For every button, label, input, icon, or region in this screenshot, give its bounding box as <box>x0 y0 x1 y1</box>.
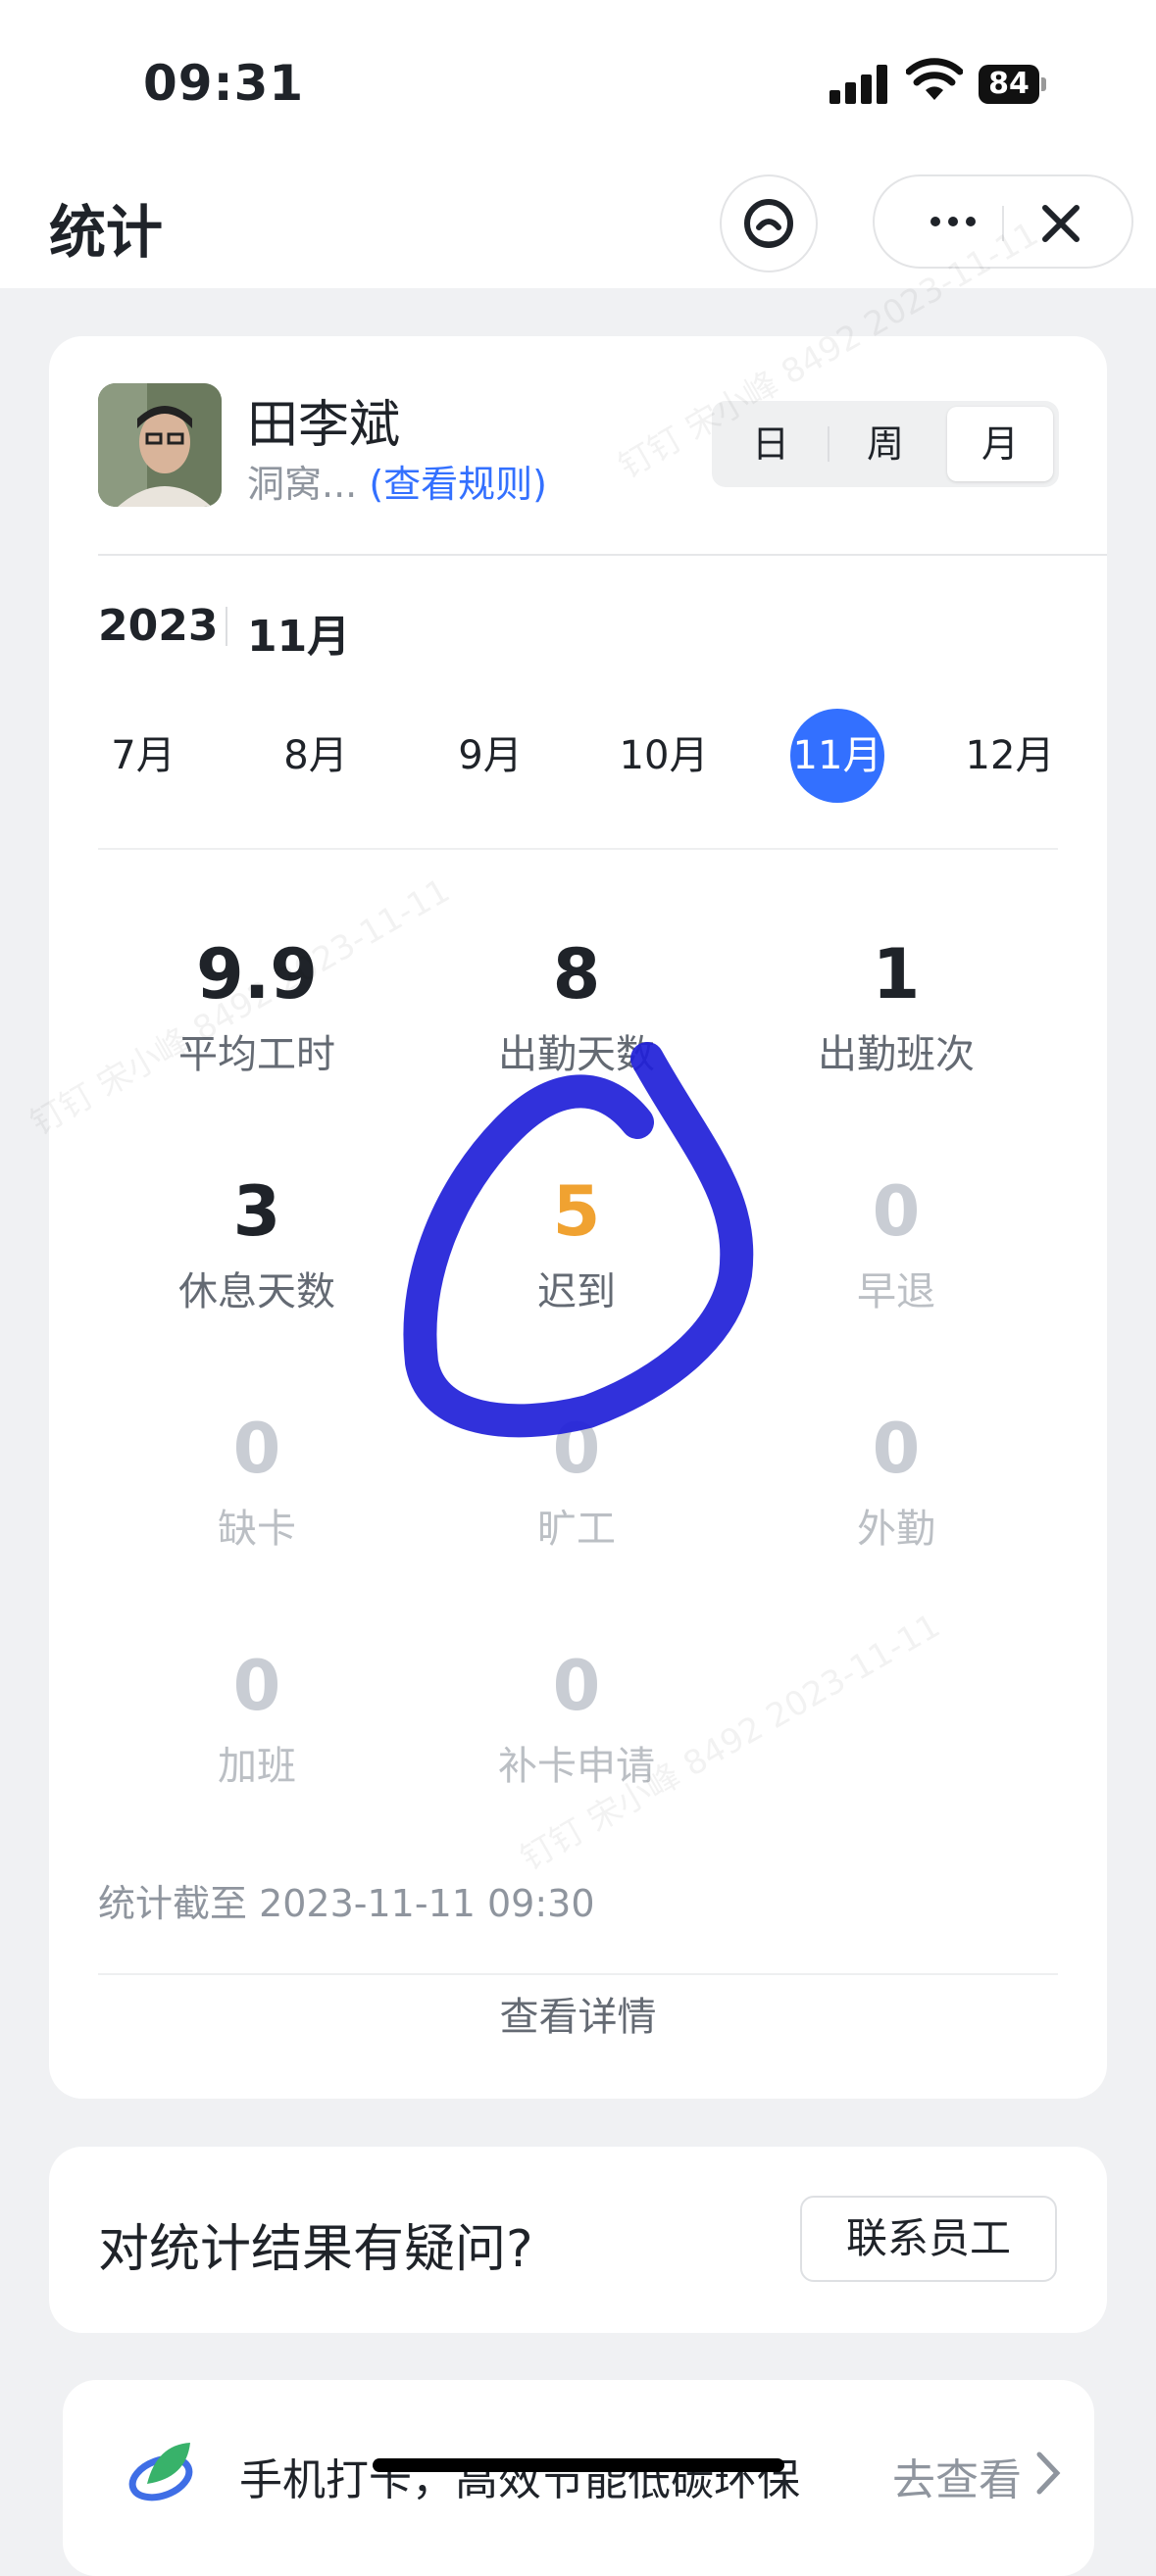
stat-label: 缺卡 <box>218 1507 296 1552</box>
stat-label: 旷工 <box>537 1507 616 1552</box>
status-time: 09:31 <box>143 55 305 112</box>
stat-value: 0 <box>232 1409 281 1489</box>
chevron-right-icon <box>1036 2452 1061 2495</box>
battery-icon: 84 <box>979 65 1047 104</box>
promo-banner[interactable]: 手机打卡，高效节能低碳环保 去查看 <box>63 2380 1094 2576</box>
stats-cutoff-time: 统计截至 2023-11-11 09:30 <box>98 1882 595 1925</box>
stat-label: 早退 <box>857 1269 935 1314</box>
user-name: 田李斌 <box>247 396 401 455</box>
month-item[interactable]: 10月 <box>617 709 711 803</box>
stat-value: 0 <box>872 1171 921 1252</box>
tab-month[interactable]: 月 <box>947 407 1053 481</box>
group-name: 洞窝... <box>247 463 358 506</box>
stat-value: 0 <box>872 1409 921 1489</box>
month-item[interactable]: 12月 <box>963 709 1057 803</box>
stat-value: 1 <box>872 934 921 1015</box>
tab-week[interactable]: 周 <box>832 407 938 481</box>
stat-field-work[interactable]: 0 外勤 <box>729 1409 1063 1554</box>
home-indicator <box>373 2458 784 2472</box>
month-item[interactable]: 7月 <box>96 709 190 803</box>
view-rules-link[interactable]: (查看规则) <box>369 463 547 506</box>
stat-label: 加班 <box>218 1744 296 1789</box>
question-card: 对统计结果有疑问? 联系员工 <box>49 2147 1107 2333</box>
contact-employee-button[interactable]: 联系员工 <box>800 2196 1057 2282</box>
month-item[interactable]: 9月 <box>443 709 537 803</box>
stat-label: 出勤班次 <box>818 1032 975 1077</box>
month-item[interactable]: 8月 <box>269 709 363 803</box>
stat-label: 休息天数 <box>178 1269 335 1314</box>
promo-text: 手机打卡，高效节能低碳环保 <box>239 2455 800 2505</box>
stat-value: 0 <box>552 1646 601 1726</box>
stat-value: 3 <box>232 1171 281 1252</box>
stat-shifts[interactable]: 1 出勤班次 <box>729 934 1063 1079</box>
user-group: 洞窝... (查看规则) <box>247 454 547 508</box>
current-month: 11月 <box>247 612 351 662</box>
ai-assistant-button[interactable] <box>720 174 818 272</box>
stat-value: 0 <box>232 1646 281 1726</box>
assistant-icon <box>744 199 793 248</box>
battery-level: 84 <box>979 65 1039 104</box>
stat-overtime[interactable]: 0 加班 <box>90 1646 424 1791</box>
stat-value: 5 <box>552 1171 601 1252</box>
stat-label: 迟到 <box>537 1269 616 1314</box>
view-details-link[interactable]: 查看详情 <box>49 1963 1107 2071</box>
stat-value: 0 <box>552 1409 601 1489</box>
divider <box>98 848 1058 850</box>
stat-missing-punch[interactable]: 0 缺卡 <box>90 1409 424 1554</box>
promo-action[interactable]: 去查看 <box>892 2445 1022 2507</box>
month-item-selected[interactable]: 11月 <box>790 709 884 803</box>
divider <box>98 554 1107 556</box>
stat-early-leave[interactable]: 0 早退 <box>729 1171 1063 1316</box>
question-text: 对统计结果有疑问? <box>98 2220 533 2279</box>
stat-label: 外勤 <box>857 1507 935 1552</box>
eco-leaf-icon <box>128 2443 193 2502</box>
month-strip: 7月 8月 9月 10月 11月 12月 <box>49 709 1107 807</box>
stat-attendance-days[interactable]: 8 出勤天数 <box>410 934 743 1079</box>
stat-value: 8 <box>552 934 601 1015</box>
stat-late[interactable]: 5 迟到 <box>410 1171 743 1316</box>
year-selector[interactable]: 2023 <box>98 601 218 651</box>
avatar <box>98 383 222 507</box>
cellular-signal-icon <box>829 65 888 104</box>
period-switcher: 日 周 月 <box>712 401 1059 487</box>
stat-rest-days[interactable]: 3 休息天数 <box>90 1171 424 1316</box>
wifi-icon <box>906 58 963 100</box>
stat-absent[interactable]: 0 旷工 <box>410 1409 743 1554</box>
stat-label: 出勤天数 <box>498 1032 655 1077</box>
page-title: 统计 <box>49 199 164 266</box>
